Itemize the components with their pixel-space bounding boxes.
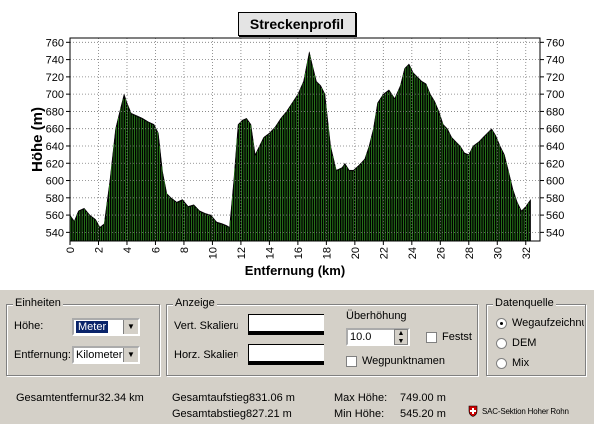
y-axis-title: Höhe (m) [29,107,46,172]
display-legend: Anzeige [173,297,217,309]
x-tick-label: 4 [122,247,134,253]
source-mix-label: Mix [512,357,530,369]
units-legend: Einheiten [13,297,63,309]
x-tick-label: 30 [492,247,504,259]
y-tick-label-left: 680 [46,106,64,118]
units-group: Einheiten [6,297,160,376]
vertical-scale-slider[interactable] [248,314,324,335]
exaggeration-value: 10.0 [350,331,372,343]
x-tick-label: 14 [264,247,276,259]
height-unit-select[interactable]: Meter ▼ [72,318,140,336]
y-tick-label-left: 700 [46,89,64,101]
x-tick-label: 22 [378,247,390,259]
x-tick-label: 8 [179,247,191,253]
distance-unit-label: Entfernung: [14,349,71,361]
chevron-down-icon[interactable]: ▼ [123,320,138,334]
waypoint-names-label: Wegpunktnamen [362,355,445,367]
exaggeration-spinner[interactable]: ▲ ▼ [394,329,408,345]
x-tick-label: 24 [407,247,419,259]
source-dem-label: DEM [512,337,537,349]
y-tick-label-left: 720 [46,72,64,84]
total-descent: Gesamtabstieg827.21 m [172,408,292,420]
y-tick-label-left: 620 [46,158,64,170]
source-track-radio[interactable] [496,318,507,329]
exaggeration-label: Überhöhung [346,310,407,322]
y-tick-label-left: 540 [46,227,64,239]
y-tick-label-left: 640 [46,141,64,153]
total-ascent: Gesamtaufstieg831.06 m [172,392,295,404]
x-tick-label: 10 [207,247,219,259]
max-height-label: Max Höhe: [334,392,388,404]
y-tick-label-right: 540 [546,227,564,239]
total-distance: Gesamtentfernur32.34 km [16,392,144,404]
x-tick-label: 12 [236,247,248,259]
horizontal-scale-label: Horz. Skalieru [174,349,238,361]
chart-panel: 540 540 560 560 580 580 600 600 620 620 640 640 660 6… [0,0,594,290]
x-tick-label: 20 [350,247,362,259]
x-tick-label: 6 [150,247,162,253]
x-tick-label: 32 [521,247,533,259]
waypoint-names-checkbox[interactable] [346,356,357,367]
x-tick-label: 2 [93,247,105,253]
x-tick-label: 28 [464,247,476,259]
y-tick-label-right: 760 [546,37,564,49]
x-tick-label: 0 [65,247,77,253]
y-tick-label-left: 560 [46,210,64,222]
max-height-value: 749.00 m [400,392,446,404]
x-tick-label: 18 [321,247,333,259]
y-tick-label-left: 580 [46,193,64,205]
y-tick-label-right: 640 [546,141,564,153]
y-tick-label-right: 600 [546,176,564,188]
y-tick-label-left: 660 [46,124,64,136]
elevation-chart: 540 540560 560580 580600 600620 620640 640660 6… [29,37,564,278]
footer-credit: SAC-Sektion Hoher Rohn [482,407,569,416]
data-source-legend: Datenquelle [493,297,556,309]
sac-logo-icon [468,405,478,417]
height-unit-value: Meter [76,321,109,333]
y-tick-label-right: 720 [546,72,564,84]
y-tick-label-right: 580 [546,193,564,205]
y-tick-label-right: 740 [546,55,564,67]
x-axis-title: Entfernung (km) [245,263,345,278]
y-tick-label-right: 700 [546,89,564,101]
y-tick-label-right: 620 [546,158,564,170]
distance-unit-value: Kilometer [76,349,123,361]
x-tick-label: 26 [435,247,447,259]
min-height-label: Min Höhe: [334,408,385,420]
y-tick-label-right: 560 [546,210,564,222]
min-height-value: 545.20 m [400,408,446,420]
distance-unit-select[interactable]: Kilometer ▼ [72,346,140,364]
fixed-checkbox[interactable] [426,332,437,343]
vertical-scale-label: Vert. Skalieru [174,320,238,332]
source-mix-radio[interactable] [496,358,507,369]
source-dem-radio[interactable] [496,338,507,349]
horizontal-scale-slider[interactable] [248,344,324,365]
y-tick-label-right: 660 [546,124,564,136]
y-tick-label-right: 680 [546,106,564,118]
x-tick-label: 16 [293,247,305,259]
y-tick-label-left: 760 [46,37,64,49]
y-tick-label-left: 740 [46,55,64,67]
fixed-label: Festst [442,331,472,343]
source-track-label: Wegaufzeichnu [512,317,584,329]
y-tick-label-left: 600 [46,176,64,188]
chevron-down-icon[interactable]: ▼ [123,348,138,362]
chart-title: Streckenprofil [238,12,356,36]
height-unit-label: Höhe: [14,320,44,332]
